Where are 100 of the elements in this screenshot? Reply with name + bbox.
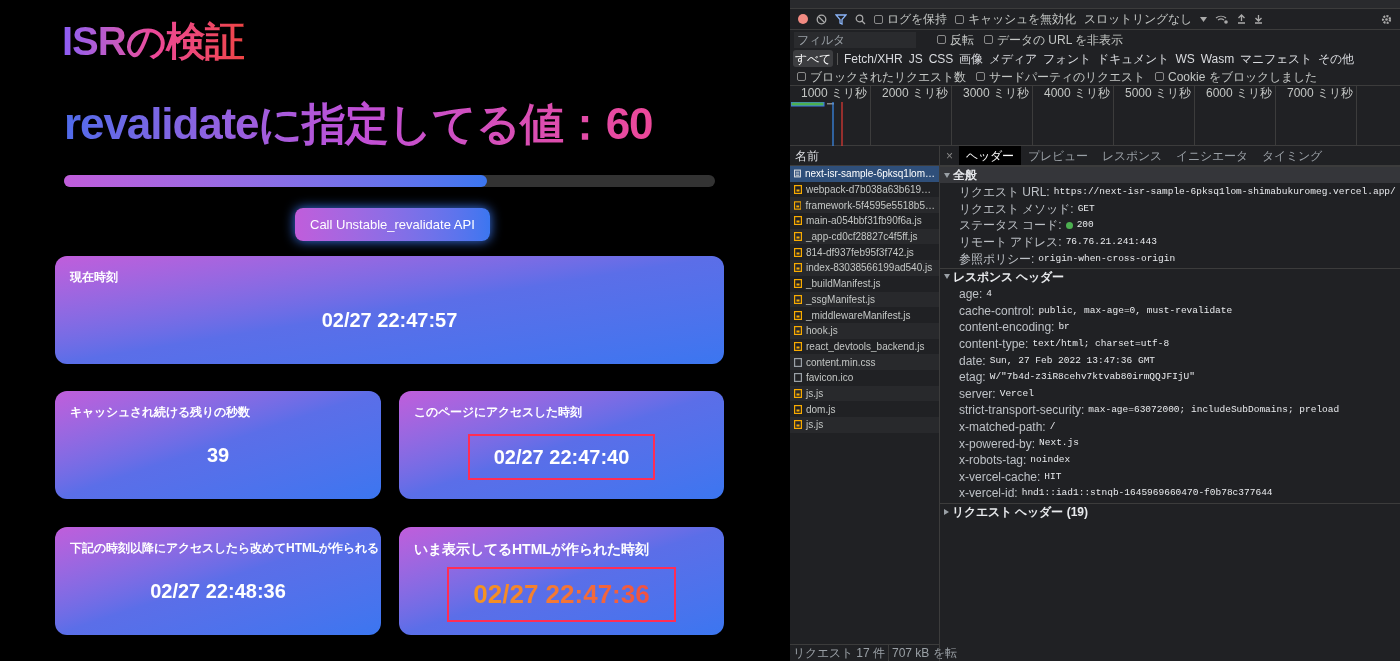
- request-count: リクエスト 17 件: [790, 644, 889, 661]
- checkbox[interactable]: [984, 35, 993, 44]
- header-value: 4: [986, 287, 993, 302]
- detail-tab[interactable]: レスポンス: [1095, 146, 1169, 165]
- type-filter-tab[interactable]: CSS: [926, 50, 956, 67]
- checkbox-option[interactable]: ログを保持: [874, 13, 947, 25]
- checkbox-option[interactable]: 反転: [937, 33, 974, 46]
- section-header[interactable]: 全般: [940, 166, 1400, 183]
- request-row[interactable]: next-isr-sample-6pksq1lom…: [790, 166, 939, 182]
- header-name: x-vercel-cache:: [959, 468, 1041, 486]
- section-header[interactable]: リクエスト ヘッダー (19): [940, 502, 1400, 520]
- expanded-triangle-icon: [944, 274, 950, 280]
- type-filter-tab[interactable]: 画像: [957, 50, 986, 67]
- header-value: GET: [1077, 201, 1095, 216]
- card-label: このページにアクセスした時刻: [414, 404, 583, 421]
- checkbox-option[interactable]: キャッシュを無効化: [955, 13, 1076, 25]
- header-value: 76.76.21.241:443: [1065, 234, 1157, 249]
- checkbox[interactable]: [874, 14, 883, 24]
- request-row[interactable]: index-83038566199ad540.js: [790, 260, 939, 276]
- header-name: x-vercel-id:: [959, 485, 1018, 503]
- type-filter-tab[interactable]: ドキュメント: [1095, 50, 1172, 67]
- header-name: リクエスト メソッド:: [959, 200, 1074, 218]
- header-value: max-age=63072000; includeSubDomains; preload: [1088, 403, 1340, 418]
- header-name: ステータス コード:: [959, 217, 1062, 235]
- card-label: 下記の時刻以降にアクセスしたら改めてHTMLが作られる: [70, 540, 381, 557]
- type-filter-tab[interactable]: Wasm: [1198, 50, 1237, 67]
- card-time: 02/27 22:47:36: [447, 567, 676, 622]
- clear-icon[interactable]: [816, 13, 827, 25]
- expanded-triangle-icon: [944, 172, 950, 178]
- timeline-tick: 1000 ミリ秒: [800, 87, 867, 99]
- type-filter-tab[interactable]: JS: [906, 50, 925, 67]
- record-icon[interactable]: [798, 14, 808, 24]
- request-row[interactable]: content.min.css: [790, 354, 939, 370]
- close-button[interactable]: ×: [940, 146, 959, 165]
- detail-tab[interactable]: ヘッダー: [959, 146, 1021, 165]
- timeline-tick: 4000 ミリ秒: [1043, 87, 1110, 99]
- card-label: キャッシュされ続ける残りの秒数: [70, 404, 251, 421]
- type-filter-tab[interactable]: Fetch/XHR: [842, 50, 905, 67]
- script-file-icon: [794, 294, 802, 304]
- header-value: /: [1049, 419, 1056, 434]
- call-api-button[interactable]: Call Unstable_revalidate API: [295, 208, 490, 241]
- header-name: x-powered-by:: [959, 435, 1036, 453]
- type-filter-tab[interactable]: マニフェスト: [1238, 50, 1315, 67]
- script-file-icon: [794, 326, 802, 336]
- checkbox[interactable]: [937, 35, 946, 44]
- header-name: x-matched-path:: [959, 419, 1046, 436]
- download-icon[interactable]: [1254, 14, 1263, 24]
- timeline-tick: 2000 ミリ秒: [881, 87, 948, 99]
- settings-icon[interactable]: [1381, 13, 1392, 25]
- detail-tab[interactable]: タイミング: [1255, 146, 1329, 165]
- type-filter-tab[interactable]: フォント: [1041, 50, 1094, 67]
- checkbox-option[interactable]: ブロックされたリクエスト数: [797, 70, 966, 83]
- request-row[interactable]: framework-5f4595e5518b5…: [790, 197, 939, 214]
- script-file-icon: [794, 263, 802, 273]
- header-value: public, max-age=0, must-revalidate: [1038, 303, 1233, 318]
- checkbox-option[interactable]: データの URL を非表示: [984, 33, 1124, 46]
- section-header[interactable]: レスポンス ヘッダー: [940, 267, 1400, 285]
- search-icon[interactable]: [855, 13, 866, 25]
- header-name: age:: [959, 286, 983, 304]
- detail-tab[interactable]: プレビュー: [1021, 146, 1095, 165]
- type-filter-tab[interactable]: その他: [1316, 50, 1357, 67]
- card-time: 02/27 22:48:36: [150, 579, 286, 604]
- script-file-icon: [794, 420, 802, 430]
- header-name: server:: [959, 385, 996, 403]
- header-value: HIT: [1044, 469, 1062, 484]
- checkbox[interactable]: [797, 72, 806, 81]
- card-time: 02/27 22:47:40: [467, 434, 656, 480]
- checkbox-option[interactable]: サードパーティのリクエスト: [976, 70, 1145, 83]
- card-time: 39: [206, 443, 230, 468]
- card-time: 02/27 22:47:57: [321, 308, 458, 333]
- checkbox-option[interactable]: Cookie をブロックしました: [1155, 70, 1317, 83]
- request-row[interactable]: js.js: [790, 417, 939, 433]
- checkbox[interactable]: [1155, 72, 1164, 81]
- header-value: 200: [1076, 218, 1094, 233]
- header-value: Vercel: [999, 386, 1034, 401]
- card-label: いま表示してるHTMLが作られた時刻: [414, 540, 650, 559]
- type-filter-tab[interactable]: すべて: [793, 50, 833, 67]
- type-filter-tab[interactable]: WS: [1173, 50, 1197, 67]
- checkbox[interactable]: [976, 72, 985, 81]
- header-name: etag:: [959, 369, 986, 387]
- header-name: content-type:: [959, 336, 1029, 354]
- header-name: strict-transport-security:: [959, 402, 1085, 420]
- script-file-icon: [794, 200, 802, 210]
- filter-icon[interactable]: [835, 13, 847, 25]
- header-value: br: [1058, 320, 1070, 335]
- upload-icon[interactable]: [1237, 14, 1246, 24]
- header-value: Sun, 27 Feb 2022 13:47:36 GMT: [989, 353, 1156, 368]
- caret-icon[interactable]: [1200, 16, 1207, 22]
- script-file-icon: [794, 310, 802, 320]
- wifi-gear-icon[interactable]: [1215, 14, 1229, 24]
- type-filter-tab[interactable]: メディア: [987, 50, 1040, 67]
- timeline-tick: 7000 ミリ秒: [1286, 87, 1353, 99]
- script-file-icon: [794, 232, 802, 242]
- header-value: origin-when-cross-origin: [1038, 251, 1176, 266]
- detail-tab[interactable]: イニシエータ: [1169, 146, 1255, 165]
- throttling-dropdown[interactable]: スロットリングなし: [1084, 13, 1192, 25]
- checkbox[interactable]: [955, 14, 964, 24]
- filter-field[interactable]: フィルタ: [794, 31, 916, 48]
- header-name: date:: [959, 352, 986, 370]
- collapsed-triangle-icon: [944, 508, 949, 515]
